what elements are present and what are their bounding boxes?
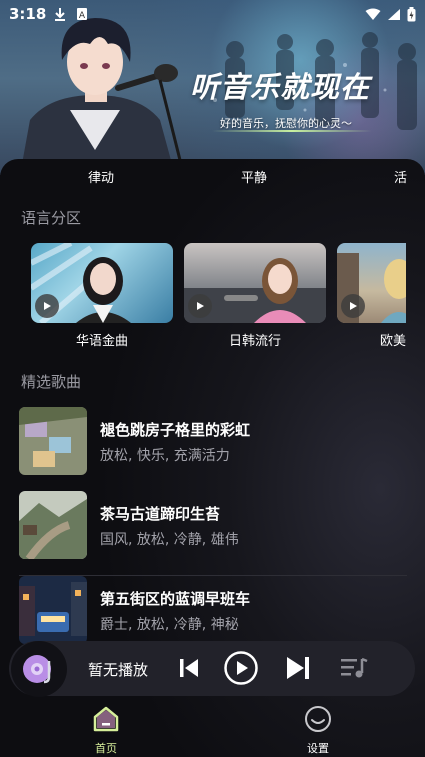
language-card-jpkr[interactable]: 日韩流行 bbox=[184, 243, 326, 349]
playlist-button[interactable] bbox=[337, 651, 371, 685]
wifi-icon bbox=[365, 8, 381, 20]
previous-button[interactable] bbox=[172, 651, 206, 685]
song-tags: 国风, 放松, 冷静, 雄伟 bbox=[100, 532, 239, 548]
hero-underline bbox=[212, 130, 372, 132]
hero-subtitle: 好的音乐，抚慰你的心灵～ bbox=[220, 117, 352, 130]
download-icon bbox=[55, 8, 66, 21]
nav-home-label: 首页 bbox=[95, 742, 117, 755]
bottom-navigation: 首页 设置 bbox=[0, 700, 425, 757]
song-cover bbox=[19, 576, 87, 644]
player-status: 暂无播放 bbox=[88, 661, 149, 679]
language-card-chinese[interactable]: 华语金曲 bbox=[31, 243, 173, 349]
play-icon[interactable] bbox=[188, 294, 212, 318]
language-card-image bbox=[337, 243, 406, 323]
song-tags: 放松, 快乐, 充满活力 bbox=[100, 448, 230, 464]
skip-next-icon bbox=[287, 657, 309, 679]
signal-icon bbox=[388, 8, 400, 20]
song-cover bbox=[19, 407, 87, 475]
song-item[interactable]: 褪色跳房子格里的彩虹 放松, 快乐, 充满活力 bbox=[19, 407, 407, 475]
play-icon[interactable] bbox=[35, 294, 59, 318]
battery-icon bbox=[407, 6, 416, 21]
status-time: 3:18 bbox=[9, 5, 47, 23]
nav-home[interactable]: 首页 bbox=[66, 700, 146, 756]
next-button[interactable] bbox=[281, 651, 315, 685]
skip-previous-icon bbox=[180, 659, 198, 677]
music-disc-icon bbox=[23, 655, 51, 684]
smiley-settings-icon bbox=[305, 706, 331, 732]
play-circle-icon bbox=[224, 651, 258, 685]
song-cover bbox=[19, 491, 87, 559]
song-item[interactable]: 第五街区的蓝调早班车 爵士, 放松, 冷静, 神秘 bbox=[19, 576, 407, 644]
language-card-label: 欧美 bbox=[380, 334, 406, 349]
language-card-image bbox=[31, 243, 173, 323]
app-notification-icon: A bbox=[77, 8, 88, 21]
language-card-image bbox=[184, 243, 326, 323]
playlist-icon bbox=[341, 657, 368, 678]
song-title: 褪色跳房子格里的彩虹 bbox=[100, 421, 251, 439]
mini-player[interactable]: 暂无播放 bbox=[9, 641, 415, 697]
tab-mood-1[interactable]: 律动 bbox=[88, 167, 114, 186]
home-icon bbox=[93, 706, 119, 732]
song-tags: 爵士, 放松, 冷静, 神秘 bbox=[100, 617, 239, 633]
language-card-label: 日韩流行 bbox=[228, 334, 281, 349]
language-carousel[interactable]: 华语金曲 日韩流行 欧美 bbox=[31, 243, 406, 358]
tab-mood-3[interactable]: 活 bbox=[394, 167, 407, 186]
play-icon[interactable] bbox=[341, 294, 365, 318]
status-bar: 3:18 A bbox=[0, 0, 425, 28]
svg-text:A: A bbox=[79, 11, 86, 21]
nav-settings-label: 设置 bbox=[307, 742, 329, 755]
tab-mood-2[interactable]: 平静 bbox=[241, 167, 267, 186]
featured-section-title: 精选歌曲 bbox=[21, 373, 82, 391]
language-section-title: 语言分区 bbox=[21, 209, 82, 227]
play-pause-button[interactable] bbox=[224, 651, 258, 685]
hero-title: 听音乐就现在 bbox=[190, 70, 371, 104]
song-title: 茶马古道蹄印生苔 bbox=[100, 505, 221, 523]
song-item[interactable]: 茶马古道蹄印生苔 国风, 放松, 冷静, 雄伟 bbox=[19, 491, 407, 559]
album-disc[interactable] bbox=[11, 641, 67, 697]
mood-tabs: 律动 平静 活 bbox=[0, 167, 410, 187]
language-card-western[interactable]: 欧美 bbox=[337, 243, 406, 349]
song-title: 第五街区的蓝调早班车 bbox=[100, 590, 251, 608]
language-card-label: 华语金曲 bbox=[75, 334, 128, 349]
nav-settings[interactable]: 设置 bbox=[278, 700, 358, 756]
